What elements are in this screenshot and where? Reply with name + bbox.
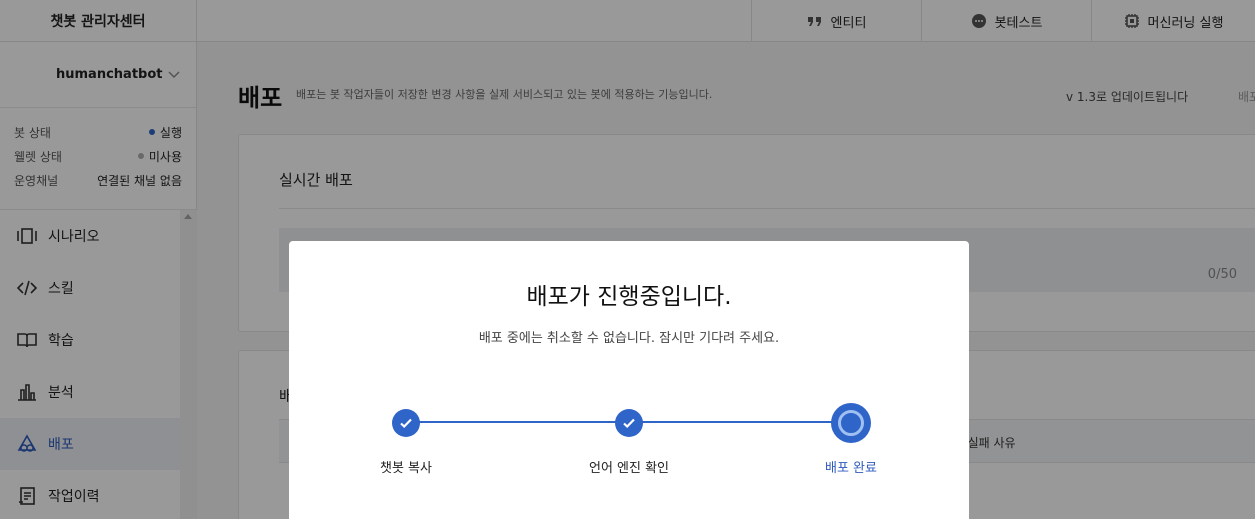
modal-subtitle: 배포 중에는 취소할 수 없습니다. 잠시만 기다려 주세요. [478, 331, 780, 346]
step-copy-node [392, 409, 420, 437]
step-label: 배포 완료 [825, 461, 877, 476]
spinner-icon [838, 410, 864, 436]
step-engine-node [615, 409, 643, 437]
check-icon [400, 418, 412, 429]
step-label: 챗봇 복사 [380, 461, 432, 476]
deploy-progress-modal: 배포가 진행중입니다. 배포 중에는 취소할 수 없습니다. 잠시만 기다려 주… [289, 241, 969, 519]
step-label: 언어 엔진 확인 [588, 461, 670, 476]
modal-title: 배포가 진행중입니다. [526, 284, 732, 310]
check-icon [623, 418, 635, 429]
step-complete-node [831, 403, 871, 443]
